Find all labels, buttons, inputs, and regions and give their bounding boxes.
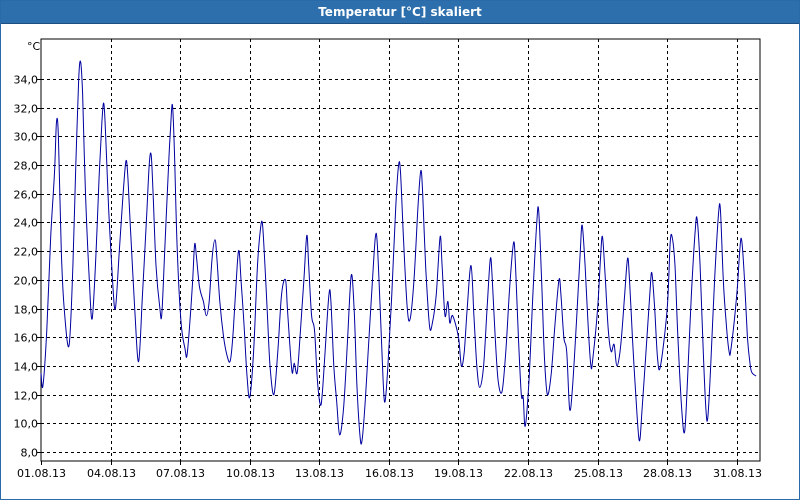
y-tick-label: 24,0 bbox=[14, 217, 39, 230]
x-tick-label: 25.08.13 bbox=[574, 467, 623, 480]
temperature-chart: 8,0 10,0 12,0 14,0 16,0 18,0 20,0 22,0 24,0 26,0 2… bbox=[14, 38, 762, 480]
y-tick-label: 20,0 bbox=[14, 275, 39, 288]
y-tick-label: 26,0 bbox=[14, 189, 39, 202]
x-axis-ticks: 01.08.13 04.08.13 07.08.13 10.08.13 13.08.13… bbox=[17, 467, 762, 480]
grid-lines bbox=[37, 39, 760, 465]
y-axis-unit: °C bbox=[27, 40, 41, 53]
x-tick-label: 13.08.13 bbox=[295, 467, 344, 480]
y-tick-label: 18,0 bbox=[14, 304, 39, 317]
plot-border bbox=[40, 38, 761, 462]
x-tick-label: 04.08.13 bbox=[87, 467, 136, 480]
x-tick-label: 28.08.13 bbox=[643, 467, 692, 480]
y-tick-label: 28,0 bbox=[14, 160, 39, 173]
y-tick-label: 10,0 bbox=[14, 418, 39, 431]
x-tick-label: 10.08.13 bbox=[226, 467, 275, 480]
y-tick-label: 8,0 bbox=[21, 447, 39, 460]
y-tick-label: 22,0 bbox=[14, 246, 39, 259]
plot-frame bbox=[40, 38, 761, 462]
y-tick-label: 34,0 bbox=[14, 74, 39, 87]
x-tick-label: 19.08.13 bbox=[434, 467, 483, 480]
x-tick-label: 16.08.13 bbox=[365, 467, 414, 480]
y-axis-ticks: 8,0 10,0 12,0 14,0 16,0 18,0 20,0 22,0 24,0 26,0 2… bbox=[14, 74, 39, 460]
x-tick-label: 07.08.13 bbox=[156, 467, 205, 480]
y-tick-label: 12,0 bbox=[14, 390, 39, 403]
chart-window: Temperatur [°C] skaliert 8,0 10,0 12,0 14,0… bbox=[0, 0, 800, 500]
x-tick-label: 01.08.13 bbox=[17, 467, 66, 480]
temperature-series-line bbox=[40, 60, 757, 445]
y-tick-label: 32,0 bbox=[14, 103, 39, 116]
x-tick-label: 31.08.13 bbox=[713, 467, 762, 480]
x-tick-label: 22.08.13 bbox=[504, 467, 553, 480]
y-tick-label: 30,0 bbox=[14, 131, 39, 144]
y-tick-label: 14,0 bbox=[14, 361, 39, 374]
y-tick-label: 16,0 bbox=[14, 332, 39, 345]
